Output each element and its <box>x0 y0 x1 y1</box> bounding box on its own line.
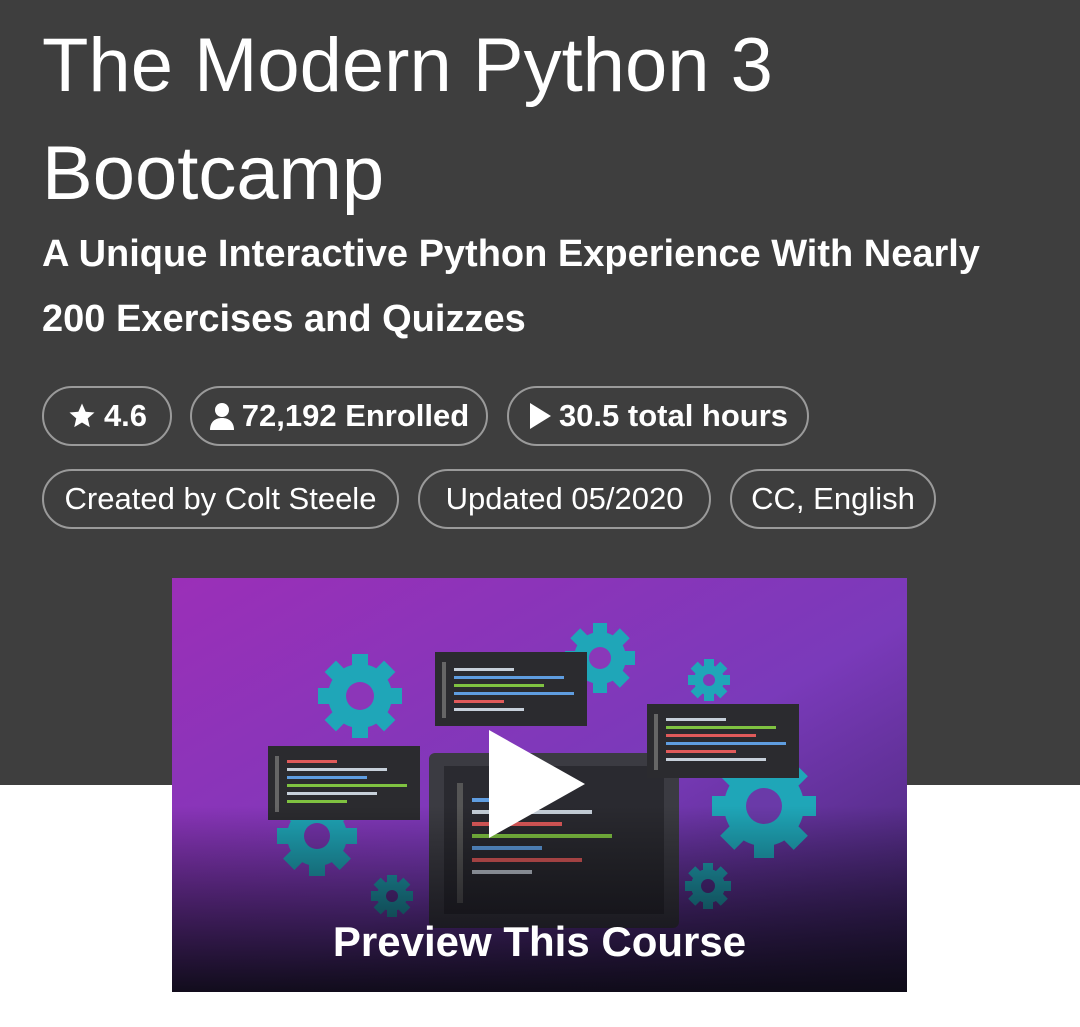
updated-label: Updated 05/2020 <box>445 481 684 516</box>
course-title: The Modern Python 3 Bootcamp <box>42 23 773 216</box>
total-hours: 30.5 total hours <box>558 398 789 433</box>
play-icon <box>528 402 552 430</box>
hours-chip: 30.5 total hours <box>507 386 809 446</box>
author-label: Created by Colt Steele <box>64 481 377 516</box>
updated-chip: Updated 05/2020 <box>418 469 711 529</box>
enrolled-chip: 72,192 Enrolled <box>190 386 488 446</box>
author-chip[interactable]: Created by Colt Steele <box>42 469 399 529</box>
preview-course-label[interactable]: Preview This Course <box>172 910 907 974</box>
play-button-icon[interactable] <box>487 728 587 840</box>
course-subtitle: A Unique Interactive Python Experience W… <box>42 233 980 340</box>
captions-label: CC, English <box>751 481 915 516</box>
user-icon <box>209 401 235 431</box>
star-icon <box>67 401 97 431</box>
enrolled-count: 72,192 Enrolled <box>241 398 470 433</box>
rating-chip: 4.6 <box>42 386 172 446</box>
rating-value: 4.6 <box>103 398 148 433</box>
captions-chip: CC, English <box>730 469 936 529</box>
